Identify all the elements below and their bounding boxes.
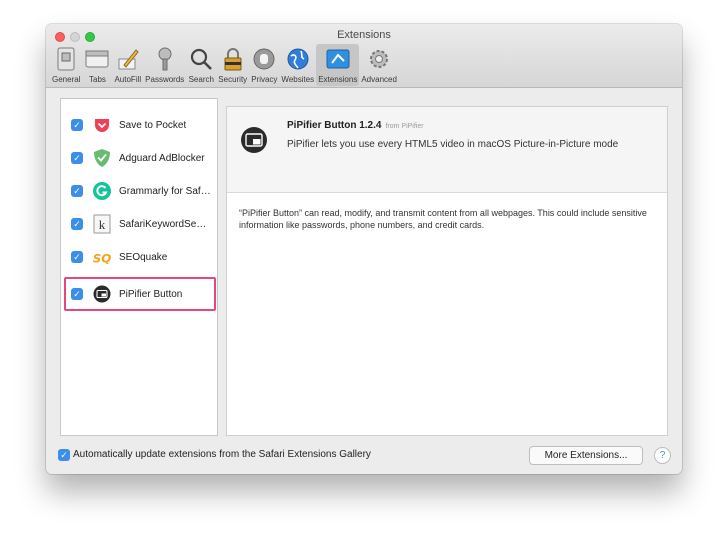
tab-search-label: Search [188, 75, 214, 84]
tabs-icon [84, 46, 110, 72]
auto-update-checkbox[interactable]: ✓ [58, 449, 70, 461]
enable-checkbox[interactable]: ✓ [71, 218, 83, 230]
detail-header: PiPifier Button 1.2.4 from PiPifier PiPif… [227, 107, 667, 193]
extension-title-text: PiPifier Button 1.2.4 [287, 120, 382, 131]
svg-text:k: k [99, 217, 106, 232]
tab-advanced-label: Advanced [361, 75, 397, 84]
keyword-search-icon: k [92, 214, 112, 234]
tab-privacy-label: Privacy [251, 75, 278, 84]
tab-passwords-label: Passwords [145, 75, 185, 84]
tab-autofill-label: AutoFill [114, 75, 142, 84]
passwords-icon [152, 46, 178, 72]
tab-passwords[interactable]: Passwords [143, 44, 186, 86]
more-extensions-button[interactable]: More Extensions... [529, 446, 643, 465]
tab-websites-label: Websites [281, 75, 315, 84]
list-item-adguard[interactable]: ✓ Adguard AdBlocker [61, 144, 217, 172]
tab-extensions[interactable]: Extensions [316, 44, 360, 86]
tab-autofill[interactable]: AutoFill [112, 44, 143, 86]
pipifier-app-icon [241, 127, 267, 153]
extensions-list: ✓ Save to Pocket ✓ Adguard AdBlocker ✓ G… [60, 98, 218, 436]
enable-checkbox[interactable]: ✓ [71, 251, 83, 263]
list-item-save-to-pocket[interactable]: ✓ Save to Pocket [61, 111, 217, 139]
general-icon [53, 46, 79, 72]
auto-update-label[interactable]: Automatically update extensions from the… [73, 449, 371, 460]
tab-privacy[interactable]: Privacy [249, 44, 279, 86]
selection-highlight [64, 277, 216, 311]
extension-name: Save to Pocket [119, 119, 187, 131]
preferences-toolbar: General Tabs AutoFill Passwords Search S… [50, 44, 399, 88]
seoquake-icon: SQ [92, 247, 112, 267]
tab-advanced[interactable]: Advanced [359, 44, 399, 86]
tab-general[interactable]: General [50, 44, 82, 86]
tab-tabs[interactable]: Tabs [82, 44, 112, 86]
tab-search[interactable]: Search [186, 44, 216, 86]
adguard-icon [92, 148, 112, 168]
tab-tabs-label: Tabs [89, 75, 106, 84]
grammarly-icon [92, 181, 112, 201]
enable-checkbox[interactable]: ✓ [71, 152, 83, 164]
footer-bar: ✓ Automatically update extensions from t… [46, 440, 682, 474]
preferences-window: Extensions General Tabs AutoFill Passwor… [46, 24, 682, 474]
extension-name: SafariKeywordSearch [119, 218, 211, 230]
title-bar: Extensions General Tabs AutoFill Passwor… [46, 24, 682, 88]
tab-security-label: Security [218, 75, 248, 84]
extension-description: PiPifier lets you use every HTML5 video … [287, 139, 619, 150]
list-item-safari-keyword-search[interactable]: ✓ k SafariKeywordSearch [61, 210, 217, 238]
extension-developer: from PiPifier [385, 123, 424, 130]
extension-name: SEOquake [119, 251, 168, 263]
tab-extensions-label: Extensions [318, 75, 358, 84]
advanced-icon [366, 46, 392, 72]
security-icon [220, 46, 246, 72]
pocket-icon [92, 115, 112, 135]
extension-name: Adguard AdBlocker [119, 152, 205, 164]
help-button[interactable]: ? [654, 447, 671, 464]
window-title: Extensions [337, 29, 391, 41]
list-item-grammarly[interactable]: ✓ Grammarly for Safari [61, 177, 217, 205]
list-item-seoquake[interactable]: ✓ SQ SEOquake [61, 243, 217, 271]
extension-detail-pane: PiPifier Button 1.2.4 from PiPifier PiPif… [226, 106, 668, 436]
extensions-icon [325, 46, 351, 72]
privacy-icon [251, 46, 277, 72]
websites-icon [285, 46, 311, 72]
extension-name: Grammarly for Safari [119, 185, 211, 197]
permissions-notice: “PiPifier Button” can read, modify, and … [239, 208, 647, 230]
svg-text:SQ: SQ [93, 251, 112, 265]
tab-websites[interactable]: Websites [279, 44, 316, 86]
extension-title: PiPifier Button 1.2.4 from PiPifier [287, 120, 424, 131]
autofill-icon [115, 46, 141, 72]
tab-security[interactable]: Security [216, 44, 249, 86]
enable-checkbox[interactable]: ✓ [71, 119, 83, 131]
search-icon [188, 46, 214, 72]
tab-general-label: General [52, 75, 81, 84]
enable-checkbox[interactable]: ✓ [71, 185, 83, 197]
